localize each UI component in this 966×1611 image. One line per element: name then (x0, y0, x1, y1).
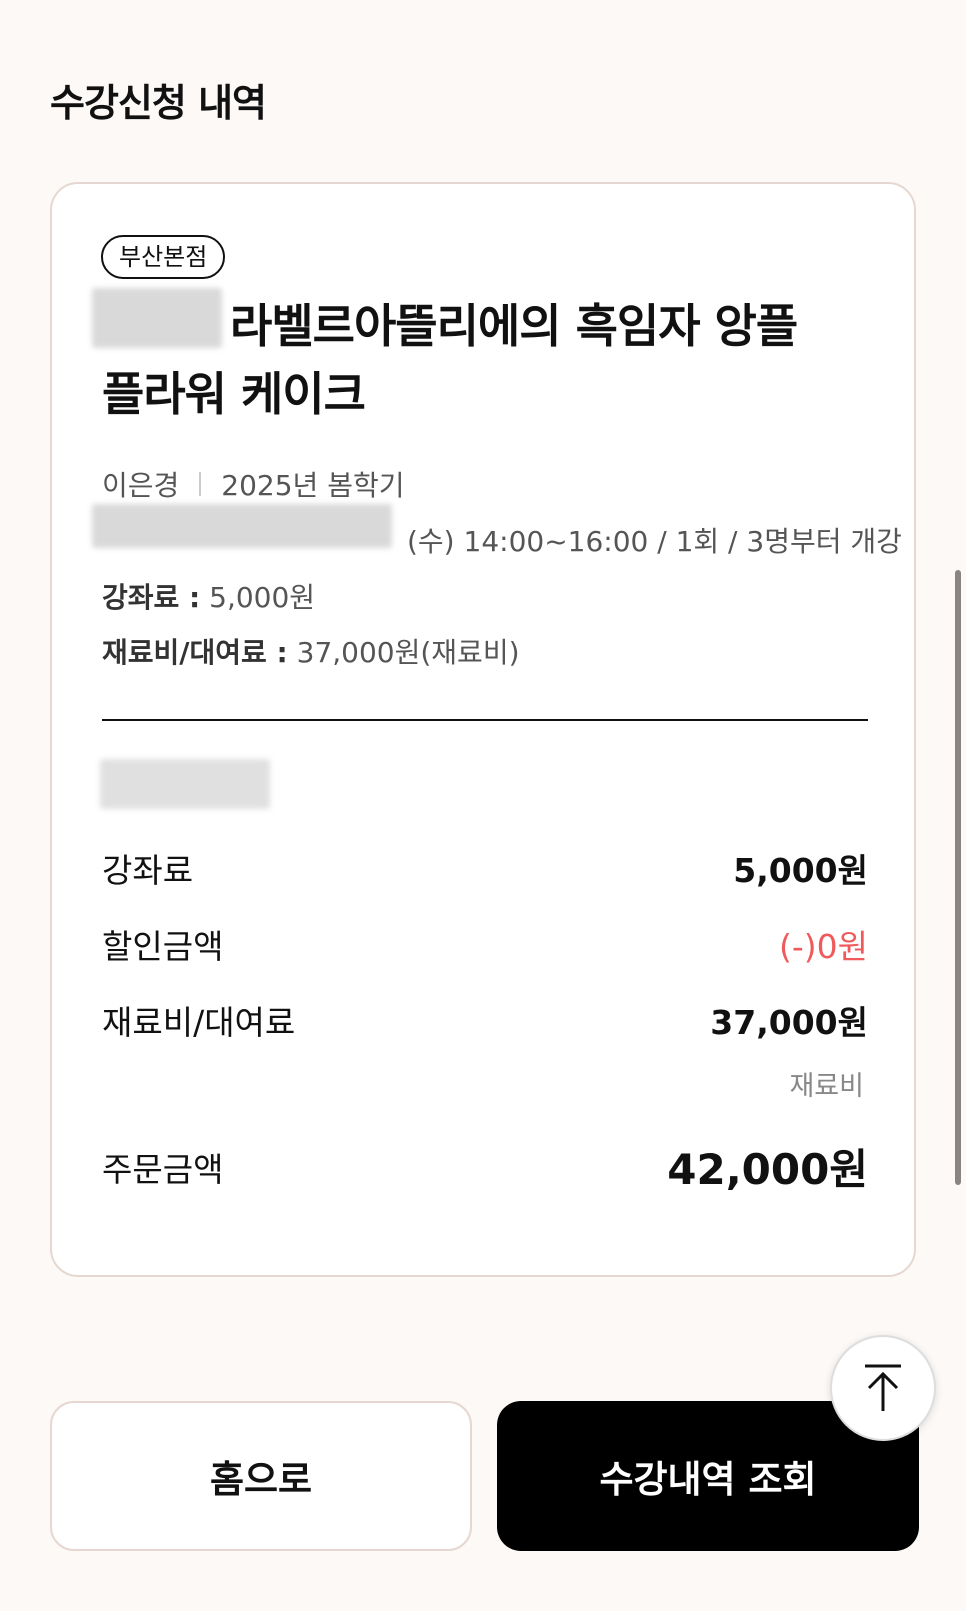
blurred-section-label (100, 759, 270, 809)
instructor-name: 이은경 (102, 469, 180, 502)
branch-badge: 부산본점 (101, 235, 226, 279)
meta-separator (199, 472, 202, 496)
summary-row-material: 재료비/대여료 37,000원 (102, 1003, 868, 1042)
course-meta: 이은경 2025년 봄학기 (102, 464, 404, 504)
material-note: 재료비 (789, 1071, 864, 1102)
course-title: 라벨르아뜰리에의 흑임자 앙플 플라워 케이크 (102, 299, 798, 421)
summary-row-discount: 할인금액 (-)0원 (102, 927, 868, 966)
page-title: 수강신청 내역 (50, 81, 267, 125)
course-schedule: (수) 14:00~16:00 / 1회 / 3명부터 개강 (407, 525, 902, 558)
course-term: 2025년 봄학기 (221, 469, 405, 502)
scrollbar[interactable] (955, 570, 961, 1185)
blurred-date (92, 504, 392, 548)
tuition-line: 강좌료 : 5,000원 (102, 581, 316, 614)
material-line: 재료비/대여료 : 37,000원(재료비) (102, 636, 520, 669)
summary-row-tuition: 강좌료 5,000원 (102, 851, 868, 890)
order-detail-page: 수강신청 내역 부산본점 라벨르아뜰리에의 흑임자 앙플 플라워 케이크 이은경… (0, 0, 966, 1611)
order-card: 부산본점 라벨르아뜰리에의 흑임자 앙플 플라워 케이크 이은경 2025년 봄… (50, 182, 916, 1277)
divider (102, 719, 868, 721)
scroll-to-top-button[interactable] (830, 1335, 936, 1441)
summary-row-total: 주문금액 42,000원 (102, 1145, 868, 1194)
arrow-up-to-top-icon (865, 1364, 901, 1411)
home-button[interactable]: 홈으로 (50, 1401, 472, 1551)
